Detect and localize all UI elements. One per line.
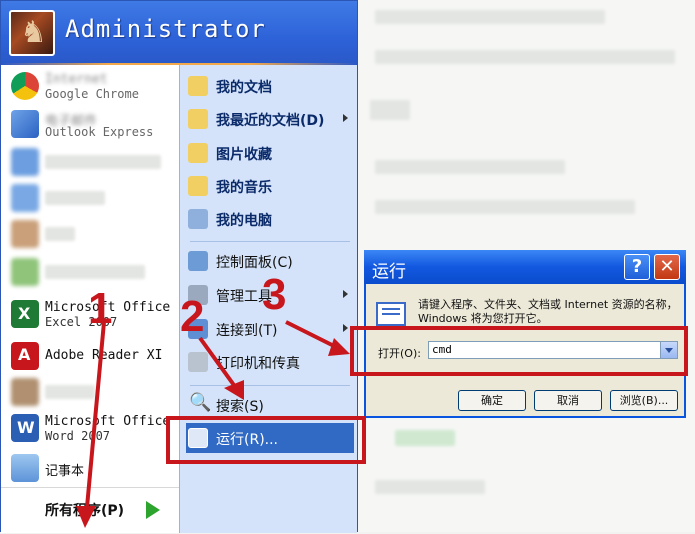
- arrow-2: [198, 336, 238, 390]
- arrow-3-head: [328, 338, 350, 356]
- annotation-arrows: [76, 320, 350, 528]
- arrow-1: [84, 321, 106, 519]
- arrow-1-head: [76, 506, 96, 528]
